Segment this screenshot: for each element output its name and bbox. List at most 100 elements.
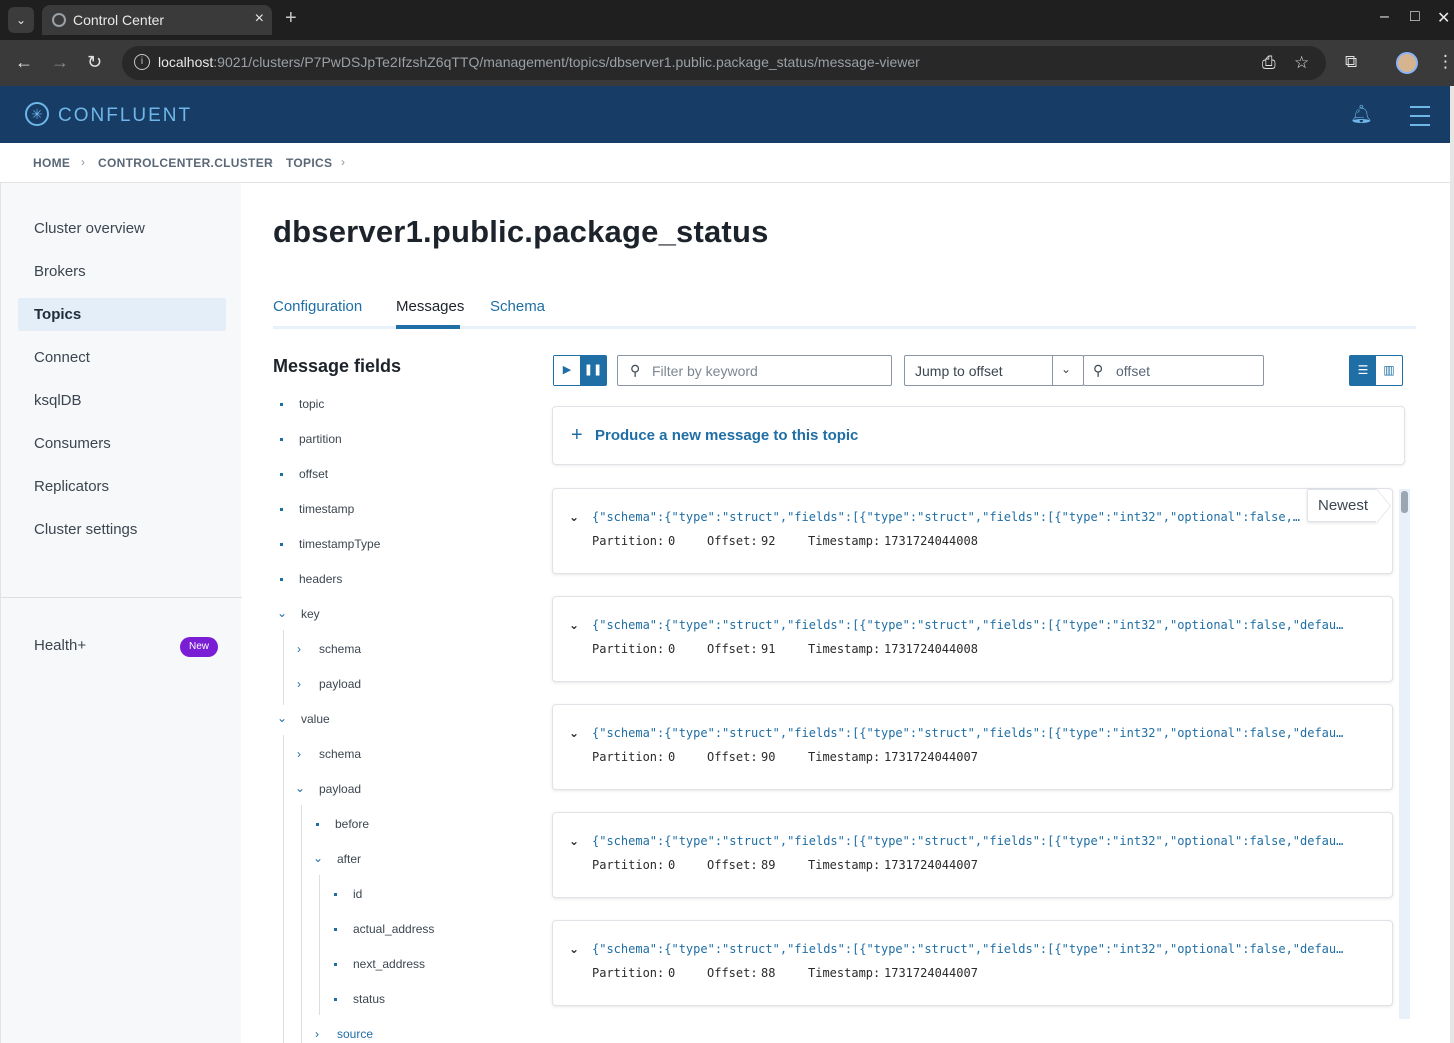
produce-message-button[interactable]: + Produce a new message to this topic [552, 406, 1405, 465]
message-fields-title: Message fields [273, 356, 402, 376]
newest-tooltip: Newest [1307, 489, 1377, 522]
new-tab-plus-icon[interactable]: + [285, 7, 297, 30]
message-row[interactable]: ⌄ {"schema":{"type":"struct","fields":[{… [552, 704, 1393, 790]
field-id[interactable]: id [353, 887, 362, 901]
install-app-icon[interactable]: ⎙ [1262, 53, 1276, 73]
field-key[interactable]: key [301, 607, 320, 621]
sidebar-item-consumers[interactable]: Consumers [18, 427, 226, 460]
filter-keyword-input[interactable]: ⚲ Filter by keyword [617, 355, 892, 386]
sidebar-item-topics[interactable]: Topics [18, 298, 226, 331]
minimize-icon[interactable]: – [1380, 8, 1389, 26]
offset-value: 89 [761, 858, 776, 872]
sidebar-item-replicators[interactable]: Replicators [18, 470, 226, 503]
new-badge: New [180, 637, 218, 657]
message-json: {"schema":{"type":"struct","fields":[{"t… [592, 834, 1344, 848]
message-row[interactable]: ⌄ {"schema":{"type":"struct","fields":[{… [552, 812, 1393, 898]
field-topic[interactable]: topic [299, 397, 324, 411]
pause-button[interactable]: ❚❚ [580, 356, 606, 385]
bookmark-star-icon[interactable]: ☆ [1294, 53, 1309, 73]
field-next-address[interactable]: next_address [353, 957, 425, 971]
maximize-icon[interactable]: □ [1410, 8, 1420, 26]
timestamp-value: 1731724044007 [884, 750, 978, 764]
field-before[interactable]: before [335, 817, 369, 831]
chevron-down-icon[interactable]: ⌄ [295, 781, 305, 795]
sidebar-item-cluster-overview[interactable]: Cluster overview [18, 212, 226, 245]
back-arrow-icon[interactable]: ← [15, 52, 33, 73]
tab-configuration[interactable]: Configuration [273, 298, 362, 315]
window-close-icon[interactable]: ✕ [1437, 8, 1450, 28]
message-json: {"schema":{"type":"struct","fields":[{"t… [592, 618, 1344, 632]
chevron-right-icon[interactable]: › [297, 747, 301, 761]
field-value[interactable]: value [301, 712, 330, 726]
hamburger-menu-icon[interactable] [1410, 106, 1430, 133]
sidebar-item-connect[interactable]: Connect [18, 341, 226, 374]
chevron-down-icon[interactable]: ⌄ [277, 606, 287, 620]
chevron-right-icon[interactable]: › [315, 1027, 319, 1041]
page-scrollbar[interactable] [1450, 86, 1454, 1043]
chevron-down-icon[interactable]: ⌄ [569, 834, 579, 848]
card-view-icon[interactable]: ▥ [1376, 356, 1402, 385]
field-after[interactable]: after [337, 852, 361, 866]
message-json: {"schema":{"type":"struct","fields":[{"t… [592, 510, 1304, 524]
jump-to-offset-select[interactable]: Jump to offset ⌄ [904, 355, 1084, 386]
chevron-down-icon[interactable]: ⌄ [277, 711, 287, 725]
message-list-scrollbar[interactable] [1399, 489, 1410, 1019]
chevron-down-icon[interactable]: ⌄ [569, 510, 579, 524]
field-value-schema[interactable]: schema [319, 747, 361, 761]
message-row[interactable]: ⌄ {"schema":{"type":"struct","fields":[{… [552, 596, 1393, 682]
message-row[interactable]: ⌄ {"schema":{"type":"struct","fields":[{… [552, 488, 1393, 574]
chevron-down-icon[interactable]: ⌄ [569, 726, 579, 740]
play-button[interactable]: ▶ [554, 356, 580, 385]
offset-input[interactable]: ⚲ offset [1083, 355, 1264, 386]
search-icon: ⚲ [630, 362, 641, 378]
sidebar-item-brokers[interactable]: Brokers [18, 255, 226, 288]
field-bullet-icon [280, 543, 283, 546]
chevron-down-icon[interactable]: ⌄ [313, 851, 323, 865]
chevron-down-icon[interactable]: ⌄ [1061, 362, 1071, 376]
browser-menu-icon[interactable]: ⋮ [1437, 52, 1454, 72]
tab-close-icon[interactable]: × [255, 10, 264, 28]
field-source[interactable]: source [337, 1027, 373, 1041]
chevron-right-icon[interactable]: › [297, 677, 301, 691]
select-divider [1052, 356, 1053, 385]
newest-tooltip-arrow [1376, 489, 1390, 523]
site-info-icon[interactable]: i [134, 54, 150, 70]
field-key-payload[interactable]: payload [319, 677, 361, 691]
tab-schema[interactable]: Schema [490, 298, 545, 315]
field-timestamptype[interactable]: timestampType [299, 537, 380, 551]
breadcrumb-home[interactable]: HOME [33, 156, 70, 170]
breadcrumb-topics[interactable]: TOPICS [286, 156, 332, 170]
partition-value: 0 [668, 750, 676, 764]
reload-icon[interactable]: ↻ [87, 52, 102, 73]
profile-avatar[interactable] [1396, 52, 1418, 74]
notification-bell-icon[interactable]: 🔔︎ [1350, 104, 1373, 125]
message-row[interactable]: ⌄ {"schema":{"type":"struct","fields":[{… [552, 920, 1393, 1006]
extensions-puzzle-icon[interactable]: ⧉ [1345, 52, 1357, 72]
url-field[interactable]: i localhost:9021/clusters/P7PwDSJpTe2Ifz… [122, 46, 1326, 80]
sidebar-item-cluster-settings[interactable]: Cluster settings [18, 513, 226, 546]
list-view-icon[interactable]: ☰ [1350, 356, 1376, 385]
chevron-right-icon[interactable]: › [297, 642, 301, 656]
sidebar-item-ksqldb[interactable]: ksqlDB [18, 384, 226, 417]
field-headers[interactable]: headers [299, 572, 342, 586]
field-value-payload[interactable]: payload [319, 782, 361, 796]
tree-guide [283, 630, 284, 705]
field-bullet-icon [316, 823, 319, 826]
search-icon: ⚲ [1093, 362, 1104, 378]
browser-tab[interactable]: Control Center × [42, 5, 272, 35]
field-actual-address[interactable]: actual_address [353, 922, 434, 936]
tab-search-chevron-icon[interactable]: ⌄ [8, 7, 34, 33]
field-key-schema[interactable]: schema [319, 642, 361, 656]
field-partition[interactable]: partition [299, 432, 342, 446]
breadcrumb-cluster[interactable]: CONTROLCENTER.CLUSTER [98, 156, 273, 170]
tree-guide [319, 875, 320, 1015]
chevron-down-icon[interactable]: ⌄ [569, 942, 579, 956]
forward-arrow-icon[interactable]: → [51, 52, 69, 73]
tab-messages[interactable]: Messages [396, 298, 464, 315]
message-list-scroll-thumb[interactable] [1401, 491, 1408, 513]
field-offset[interactable]: offset [299, 467, 328, 481]
partition-label: Partition: [592, 750, 665, 764]
field-timestamp[interactable]: timestamp [299, 502, 354, 516]
field-status[interactable]: status [353, 992, 385, 1006]
chevron-down-icon[interactable]: ⌄ [569, 618, 579, 632]
